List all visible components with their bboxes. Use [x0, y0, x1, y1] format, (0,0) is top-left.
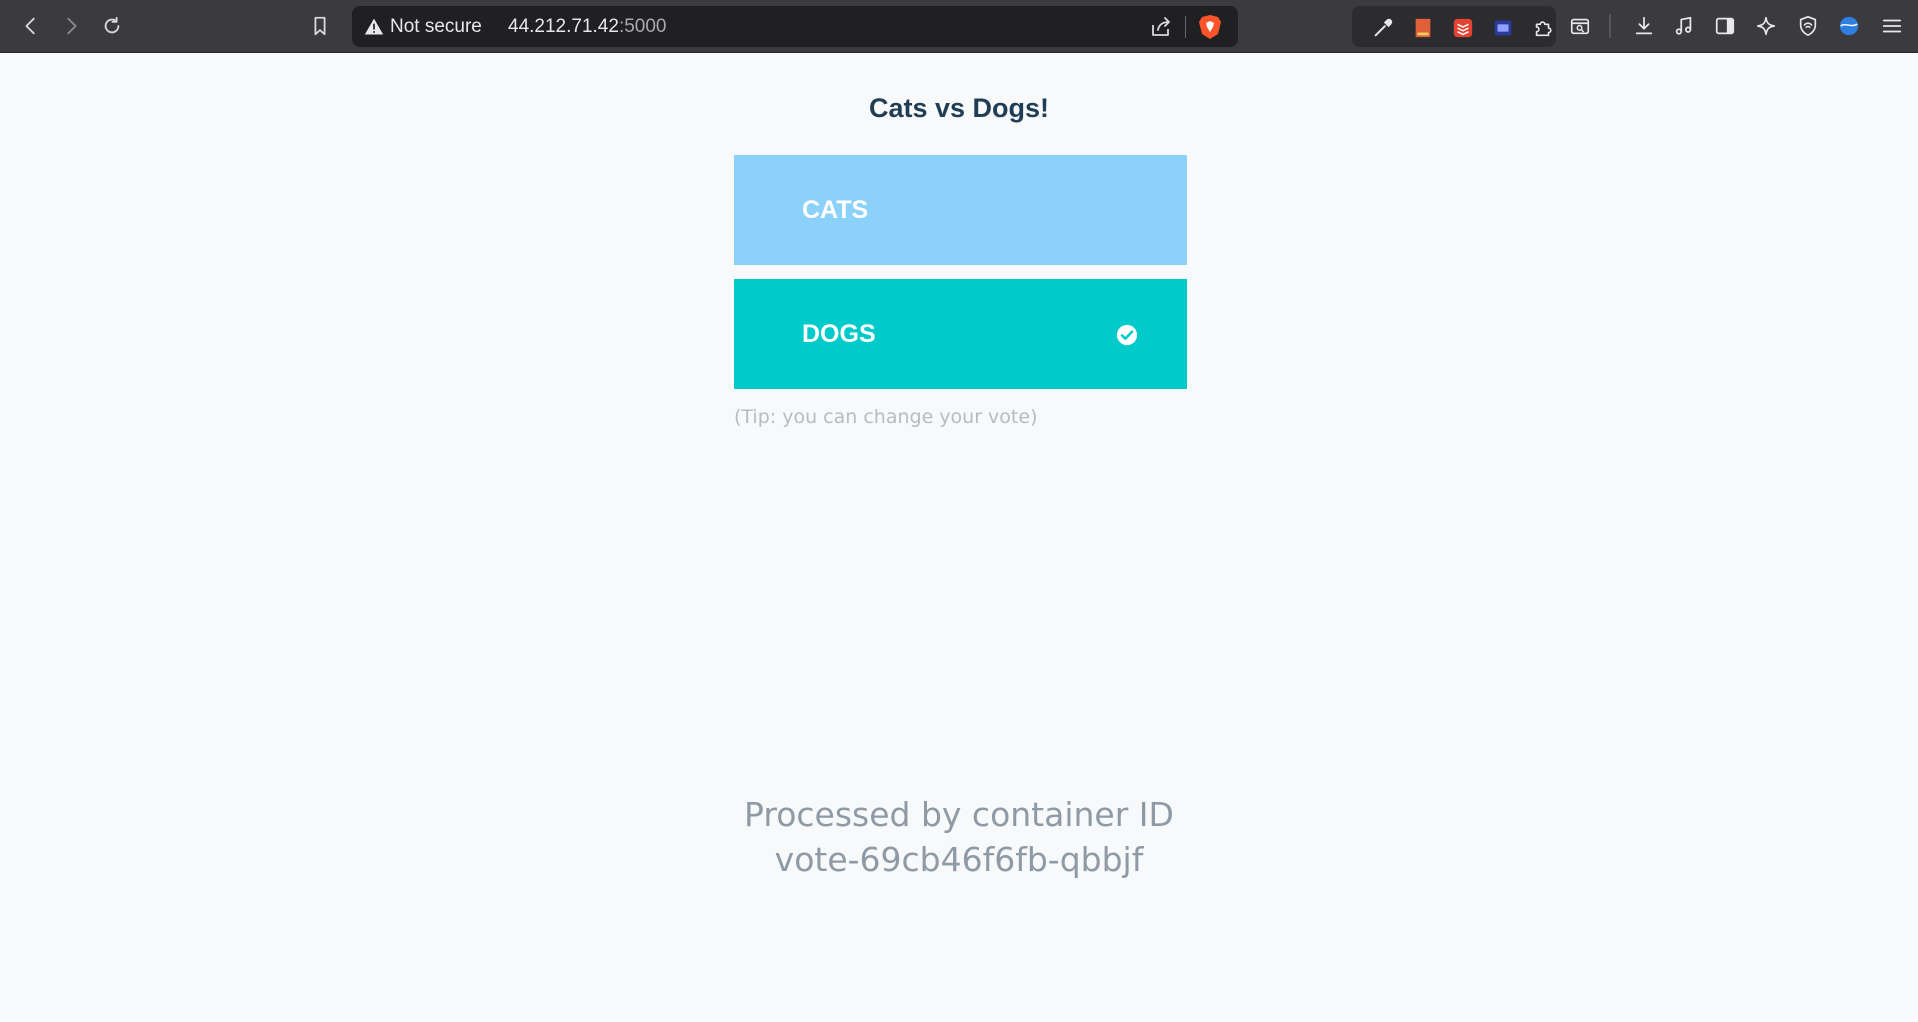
- vote-tip: (Tip: you can change your vote): [734, 406, 1038, 428]
- vpn-button[interactable]: [1793, 11, 1823, 41]
- color-picker-icon[interactable]: [1372, 17, 1394, 39]
- url-port: :5000: [618, 16, 667, 37]
- browser-toolbar: Not secure 44.212.71.42:5000: [0, 0, 1918, 53]
- container-id: vote-69cb46f6fb-qbbjf: [774, 840, 1144, 879]
- forward-button[interactable]: [56, 11, 86, 41]
- hamburger-menu-icon: [1882, 19, 1902, 33]
- chevron-right-icon: [67, 17, 77, 35]
- bookmark-button[interactable]: [305, 11, 335, 41]
- download-icon: [1635, 16, 1653, 35]
- bookmark-icon: [314, 16, 326, 36]
- vote-dogs-button[interactable]: DOGS: [734, 279, 1187, 389]
- reload-button[interactable]: [97, 11, 127, 41]
- url-host: 44.212.71.42: [508, 16, 619, 37]
- address-bar[interactable]: Not secure 44.212.71.42:5000: [352, 6, 1238, 47]
- cats-label: CATS: [802, 196, 869, 224]
- url-text[interactable]: 44.212.71.42:5000: [508, 6, 667, 47]
- check-circle-icon: [1116, 324, 1138, 346]
- page-title: Cats vs Dogs!: [868, 93, 1050, 123]
- wallet-globe-icon: [1839, 16, 1859, 36]
- extensions-group: [1352, 6, 1556, 47]
- security-label[interactable]: Not secure: [390, 6, 482, 47]
- downloads-button[interactable]: [1629, 11, 1659, 41]
- sidebar-icon: [1715, 17, 1735, 35]
- sidebar-button[interactable]: [1710, 11, 1740, 41]
- tab-search-button[interactable]: [1565, 11, 1595, 41]
- address-separator: [1185, 16, 1186, 38]
- wallet-button[interactable]: [1834, 11, 1864, 41]
- warning-icon: [364, 18, 384, 35]
- share-icon[interactable]: [1149, 15, 1173, 39]
- pdf-extension-icon[interactable]: [1412, 17, 1434, 39]
- dogs-label: DOGS: [802, 320, 876, 348]
- media-button[interactable]: [1669, 11, 1699, 41]
- container-id-footer: Processed by container ID vote-69cb46f6f…: [0, 792, 1918, 882]
- toolbar-separator: [1609, 14, 1611, 38]
- vote-cats-button[interactable]: CATS: [734, 155, 1187, 265]
- sparkle-icon: [1756, 16, 1776, 36]
- reload-icon: [104, 16, 120, 34]
- tab-search-icon: [1570, 18, 1590, 35]
- shield-wifi-icon: [1799, 16, 1817, 36]
- footer-label: Processed by container ID: [744, 795, 1174, 834]
- screen-capture-icon[interactable]: [1492, 17, 1514, 39]
- chevron-left-icon: [25, 17, 35, 35]
- back-button[interactable]: [16, 11, 46, 41]
- leo-ai-button[interactable]: [1751, 11, 1781, 41]
- todoist-icon[interactable]: [1452, 17, 1474, 39]
- brave-shields-icon[interactable]: [1198, 14, 1222, 40]
- music-note-icon: [1675, 16, 1692, 35]
- menu-button[interactable]: [1877, 11, 1907, 41]
- extensions-puzzle-icon[interactable]: [1532, 17, 1554, 39]
